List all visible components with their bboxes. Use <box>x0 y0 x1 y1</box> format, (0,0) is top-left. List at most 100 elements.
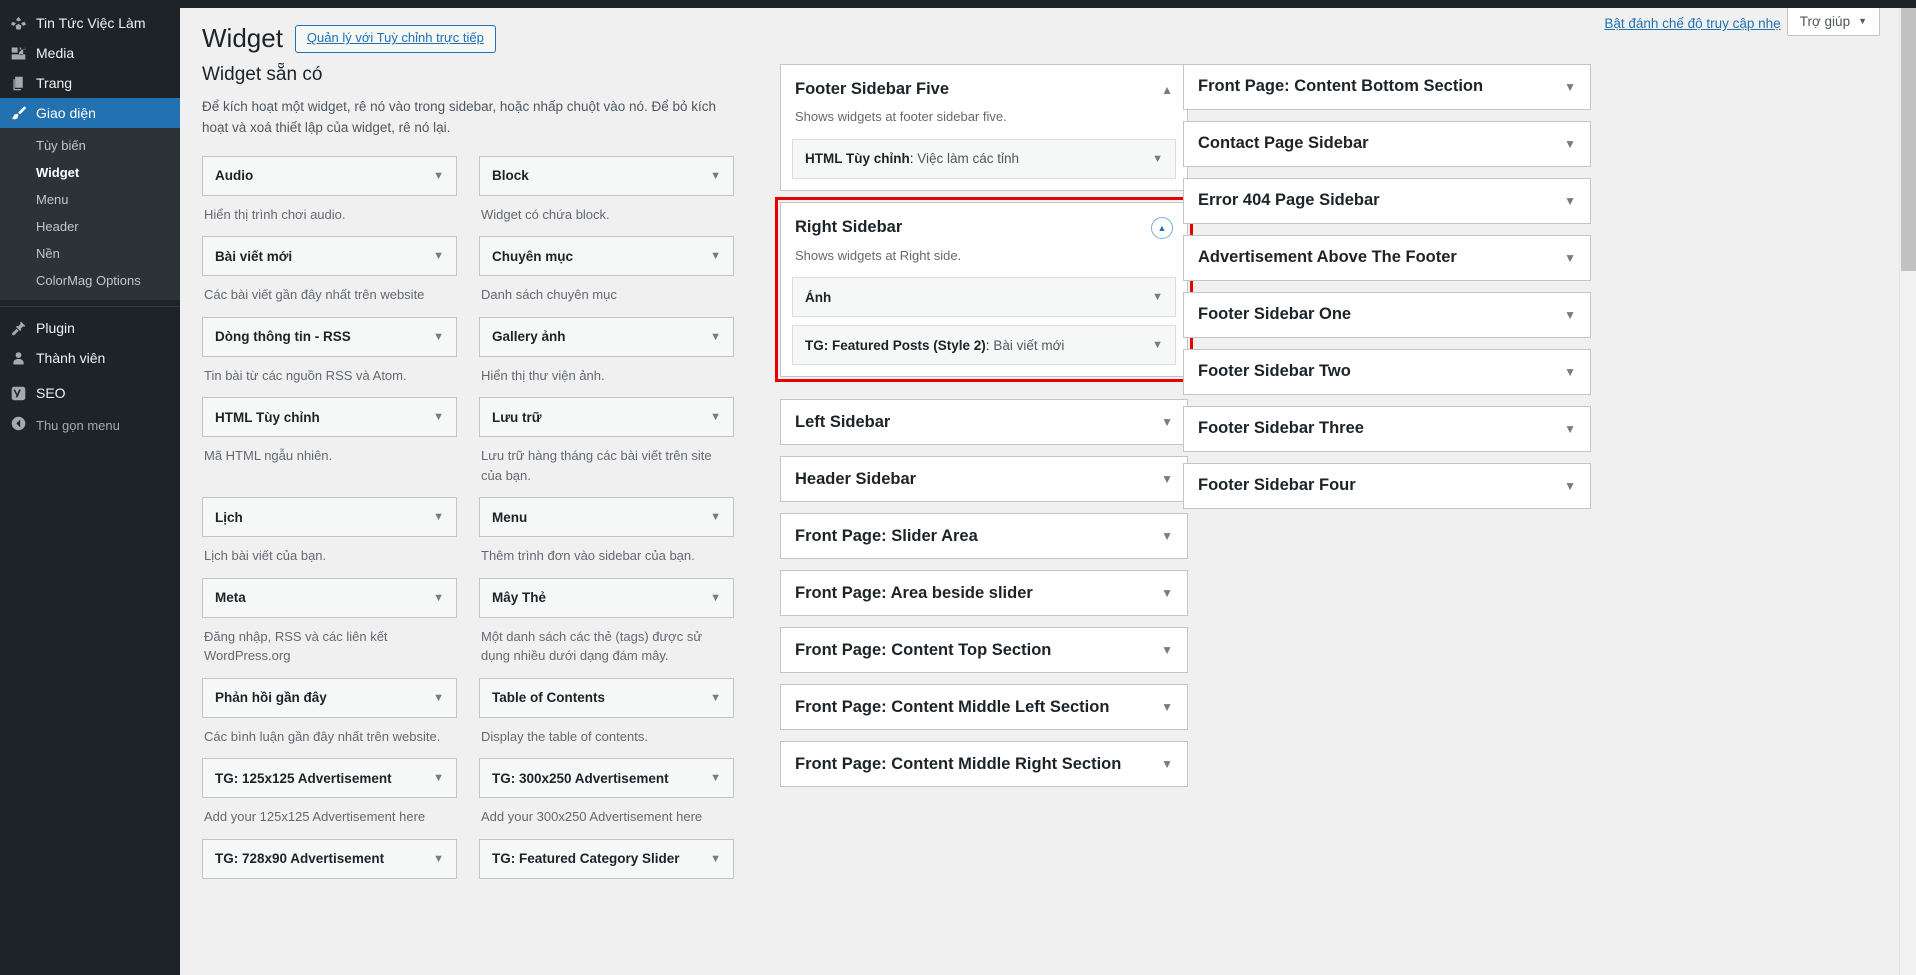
chevron-down-icon[interactable]: ▼ <box>710 170 721 182</box>
sidebar-item-appearance[interactable]: Giao diện <box>0 98 188 128</box>
scrollbar-thumb[interactable] <box>1901 8 1916 271</box>
sidebar-item-colormag-options[interactable]: ColorMag Options <box>0 267 180 294</box>
accessibility-mode-link[interactable]: Bật đánh chế độ truy cập nhẹ <box>1604 8 1780 40</box>
sidebar-panel-header[interactable]: Front Page: Content Middle Left Section ▼ <box>781 685 1187 729</box>
available-widget-header[interactable]: Block ▼ <box>479 155 734 196</box>
chevron-down-icon[interactable]: ▼ <box>1564 251 1576 265</box>
chevron-down-icon[interactable]: ▼ <box>433 250 444 262</box>
sidebar-panel-header[interactable]: Footer Sidebar Three ▼ <box>1184 407 1590 451</box>
chevron-down-icon[interactable]: ▼ <box>433 170 444 182</box>
sidebar-panel-header[interactable]: Error 404 Page Sidebar ▼ <box>1184 179 1590 223</box>
sidebar-panel-header[interactable]: Front Page: Content Top Section ▼ <box>781 628 1187 672</box>
sidebar-panel-header[interactable]: Right Sidebar ▲ <box>781 203 1187 239</box>
chevron-down-icon[interactable]: ▼ <box>433 772 444 784</box>
chevron-down-icon[interactable]: ▼ <box>433 853 444 865</box>
chevron-down-icon[interactable]: ▼ <box>1161 586 1173 600</box>
sidebar-item-menus[interactable]: Menu <box>0 186 180 213</box>
available-widget-header[interactable]: Meta ▼ <box>202 577 457 618</box>
available-widget-description: Các bình luận gần đây nhất trên website. <box>204 728 441 744</box>
sidebar-panel-header[interactable]: Front Page: Slider Area ▼ <box>781 514 1187 558</box>
assigned-widget[interactable]: TG: Featured Posts (Style 2): Bài viết m… <box>792 325 1176 366</box>
chevron-down-icon[interactable]: ▼ <box>1161 700 1173 714</box>
sidebar-item-seo[interactable]: SEO <box>0 378 180 408</box>
available-widget-header[interactable]: TG: 728x90 Advertisement ▼ <box>202 838 457 879</box>
sidebar-panel-header[interactable]: Advertisement Above The Footer ▼ <box>1184 236 1590 280</box>
assigned-widget[interactable]: Ảnh ▼ <box>792 277 1176 318</box>
chevron-down-icon[interactable]: ▼ <box>1152 153 1163 165</box>
sidebar-panel-header[interactable]: Contact Page Sidebar ▼ <box>1184 122 1590 166</box>
available-widget-header[interactable]: Dòng thông tin - RSS ▼ <box>202 316 457 357</box>
available-widget-header[interactable]: Chuyên mục ▼ <box>479 236 734 277</box>
sidebar-panel-header[interactable]: Footer Sidebar Two ▼ <box>1184 350 1590 394</box>
collapse-menu-button[interactable]: Thu gọn menu <box>0 410 180 440</box>
sidebar-panel-header[interactable]: Front Page: Area beside slider ▼ <box>781 571 1187 615</box>
sidebar-item-pages[interactable]: Trang <box>0 68 180 98</box>
available-widget-header[interactable]: TG: 125x125 Advertisement ▼ <box>202 758 457 799</box>
available-widget-header[interactable]: HTML Tùy chỉnh ▼ <box>202 397 457 438</box>
sidebar-panel-header[interactable]: Footer Sidebar Five ▲ <box>781 65 1187 100</box>
sidebar-item-plugins[interactable]: Plugin <box>0 313 180 343</box>
available-widget-name: Block <box>492 168 529 184</box>
sidebar-item-site[interactable]: Tin Tức Việc Làm <box>0 8 180 38</box>
available-widget-name: Lưu trữ <box>492 409 542 425</box>
chevron-down-icon[interactable]: ▼ <box>433 331 444 343</box>
chevron-down-icon[interactable]: ▼ <box>710 250 721 262</box>
sidebar-panel-header[interactable]: Header Sidebar ▼ <box>781 457 1187 501</box>
available-widget-header[interactable]: Table of Contents ▼ <box>479 677 734 718</box>
chevron-down-icon[interactable]: ▼ <box>1564 137 1576 151</box>
chevron-down-icon[interactable]: ▼ <box>1564 365 1576 379</box>
widgets-columns: Widget sẵn có Để kích hoạt một widget, r… <box>180 64 1902 975</box>
available-widget-header[interactable]: Gallery ảnh ▼ <box>479 316 734 357</box>
chevron-down-icon[interactable]: ▼ <box>433 411 444 423</box>
chevron-down-icon[interactable]: ▼ <box>1161 415 1173 429</box>
chevron-up-circle-icon[interactable]: ▲ <box>1151 216 1173 239</box>
chevron-down-icon[interactable]: ▼ <box>1152 291 1163 303</box>
manage-with-live-preview-button[interactable]: Quản lý với Tuỳ chỉnh trực tiếp <box>294 25 496 53</box>
chevron-down-icon[interactable]: ▼ <box>1152 339 1163 351</box>
chevron-down-icon[interactable]: ▼ <box>1161 472 1173 486</box>
available-widget-header[interactable]: Bài viết mới ▼ <box>202 236 457 277</box>
chevron-down-icon[interactable]: ▼ <box>710 853 721 865</box>
available-widget: Mây Thẻ ▼ Một danh sách các thẻ (tags) đượ… <box>479 577 734 678</box>
available-widget-header[interactable]: TG: 300x250 Advertisement ▼ <box>479 758 734 799</box>
chevron-down-icon[interactable]: ▼ <box>1564 80 1576 94</box>
sidebar-item-customize[interactable]: Tùy biến <box>0 132 180 159</box>
available-widget-header[interactable]: Audio ▼ <box>202 155 457 196</box>
assigned-widget[interactable]: HTML Tùy chỉnh: Việc làm các tỉnh ▼ <box>792 138 1176 179</box>
chevron-down-icon[interactable]: ▼ <box>1564 194 1576 208</box>
sidebar-panel-header[interactable]: Front Page: Content Middle Right Section… <box>781 742 1187 786</box>
chevron-down-icon[interactable]: ▼ <box>1564 308 1576 322</box>
chevron-down-icon[interactable]: ▼ <box>710 331 721 343</box>
sidebar-item-background[interactable]: Nền <box>0 240 180 267</box>
chevron-down-icon[interactable]: ▼ <box>710 692 721 704</box>
sidebar-item-widgets[interactable]: Widget <box>0 159 180 186</box>
sidebar-item-users[interactable]: Thành viên <box>0 343 180 373</box>
chevron-down-icon[interactable]: ▼ <box>1564 422 1576 436</box>
available-widget-header[interactable]: Phản hồi gần đây ▼ <box>202 677 457 718</box>
available-widget-header[interactable]: Lưu trữ ▼ <box>479 397 734 438</box>
sidebar-panel-header[interactable]: Front Page: Content Bottom Section ▼ <box>1184 65 1590 109</box>
chevron-down-icon[interactable]: ▼ <box>1161 757 1173 771</box>
sidebar-panel-header[interactable]: Footer Sidebar Four ▼ <box>1184 464 1590 508</box>
available-widget-header[interactable]: Menu ▼ <box>479 497 734 538</box>
available-widget-header[interactable]: Lịch ▼ <box>202 497 457 538</box>
page-scrollbar[interactable] <box>1899 8 1916 975</box>
chevron-down-icon[interactable]: ▼ <box>710 772 721 784</box>
chevron-down-icon[interactable]: ▼ <box>433 592 444 604</box>
chevron-down-icon[interactable]: ▼ <box>1161 529 1173 543</box>
chevron-down-icon[interactable]: ▼ <box>710 511 721 523</box>
sidebar-panel-header[interactable]: Left Sidebar ▼ <box>781 400 1187 444</box>
available-widget-header[interactable]: TG: Featured Category Slider ▼ <box>479 838 734 879</box>
sidebar-item-header[interactable]: Header <box>0 213 180 240</box>
chevron-down-icon[interactable]: ▼ <box>1564 479 1576 493</box>
chevron-down-icon[interactable]: ▼ <box>710 592 721 604</box>
chevron-up-icon[interactable]: ▲ <box>1161 83 1173 97</box>
chevron-down-icon[interactable]: ▼ <box>433 511 444 523</box>
chevron-down-icon[interactable]: ▼ <box>1161 643 1173 657</box>
help-tab-button[interactable]: Trợ giúp ▼ <box>1786 8 1880 36</box>
sidebar-item-media[interactable]: Media <box>0 38 180 68</box>
chevron-down-icon[interactable]: ▼ <box>710 411 721 423</box>
chevron-down-icon[interactable]: ▼ <box>433 692 444 704</box>
available-widget-header[interactable]: Mây Thẻ ▼ <box>479 577 734 618</box>
sidebar-panel-header[interactable]: Footer Sidebar One ▼ <box>1184 293 1590 337</box>
